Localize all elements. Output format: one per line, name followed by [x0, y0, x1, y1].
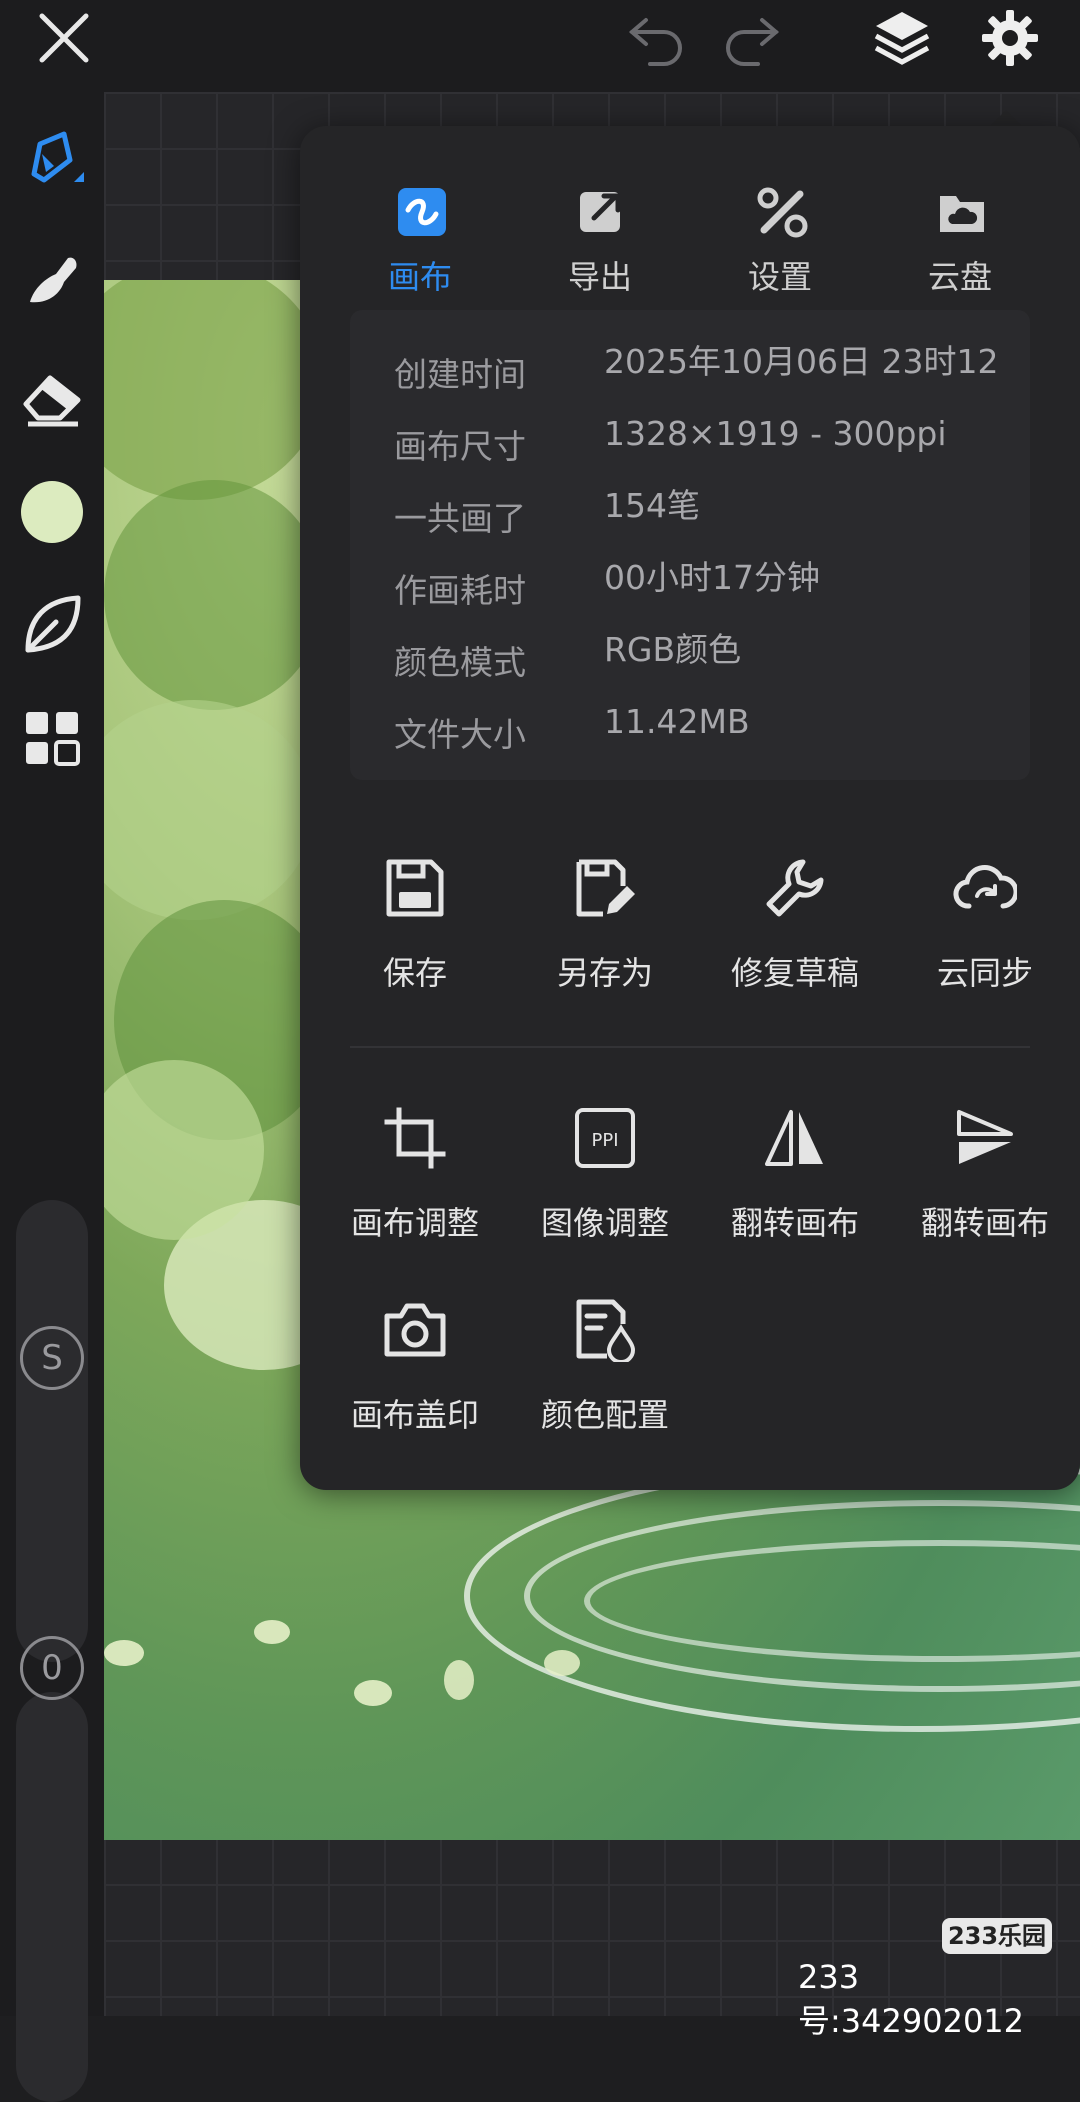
canvas-adjust-button[interactable]: 画布调整 — [320, 1106, 510, 1276]
save-as-icon — [573, 856, 637, 920]
tab-cloud-drive[interactable]: 云盘 — [880, 156, 1040, 296]
tab-export[interactable]: 导出 — [520, 156, 680, 296]
layers-icon[interactable] — [872, 8, 932, 68]
opacity-button[interactable]: 0 — [20, 1636, 84, 1700]
settings-gear-icon[interactable] — [980, 8, 1040, 68]
grid-apps-icon — [22, 708, 82, 772]
panel-tabs: 画布 导出 设置 云盘 — [300, 156, 1080, 296]
cloud-drive-icon — [936, 186, 988, 238]
crop-icon — [383, 1106, 447, 1170]
watermark-logo: 233乐园 — [942, 1918, 1052, 1954]
size-button[interactable]: S — [20, 1326, 84, 1390]
svg-text:PPI: PPI — [591, 1130, 618, 1151]
wrench-icon — [763, 856, 827, 920]
leaf-tool[interactable] — [16, 590, 88, 662]
color-profile-button[interactable]: 颜色配置 — [510, 1298, 700, 1468]
info-row-file-size: 文件大小 11.42MB — [394, 702, 750, 754]
save-button[interactable]: 保存 — [320, 856, 510, 1026]
watermark-id: 233号:342902012 — [798, 1958, 1025, 2040]
color-swatch[interactable] — [16, 476, 88, 548]
image-adjust-button[interactable]: PPI 图像调整 — [510, 1106, 700, 1276]
cloud-sync-button[interactable]: 云同步 — [890, 856, 1080, 1026]
left-toolbar: S 0 — [0, 92, 104, 2102]
cloud-sync-icon — [953, 856, 1019, 920]
camera-icon — [383, 1298, 447, 1362]
undo-icon[interactable] — [626, 12, 686, 68]
save-icon — [383, 856, 447, 920]
brush-size-slider[interactable] — [16, 1200, 88, 1662]
flip-canvas-horizontal-button[interactable]: 翻转画布 — [700, 1106, 890, 1276]
brush-opacity-slider[interactable] — [16, 1692, 88, 2102]
smudge-icon — [20, 248, 84, 316]
leaf-icon — [20, 592, 84, 660]
ppi-icon: PPI — [573, 1106, 637, 1170]
save-as-button[interactable]: 另存为 — [510, 856, 700, 1026]
canvas-stamp-button[interactable]: 画布盖印 — [320, 1298, 510, 1468]
flip-canvas-vertical-button[interactable]: 翻转画布 — [890, 1106, 1080, 1276]
canvas-icon — [396, 186, 448, 238]
eraser-icon — [20, 364, 84, 432]
close-icon[interactable] — [36, 10, 92, 66]
canvas-info-box: 创建时间 2025年10月06日 23时12分 画布尺寸 1328×1919 -… — [350, 310, 1030, 780]
canvas-menu-panel: 画布 导出 设置 云盘 创建时间 2025年10月06日 23时12分 画布 — [300, 126, 1080, 1490]
tab-settings[interactable]: 设置 — [700, 156, 860, 296]
pen-brush-icon — [20, 124, 84, 192]
panel-divider — [350, 1046, 1030, 1048]
current-color-dot — [21, 481, 83, 543]
flip-vertical-icon — [953, 1106, 1017, 1170]
flip-horizontal-icon — [763, 1106, 827, 1170]
info-row-duration: 作画耗时 00小时17分钟 — [394, 558, 820, 610]
color-profile-icon — [573, 1298, 637, 1364]
info-row-color-mode: 颜色模式 RGB颜色 — [394, 630, 742, 682]
top-bar — [0, 0, 1080, 92]
brush-tool[interactable] — [16, 122, 88, 194]
repair-draft-button[interactable]: 修复草稿 — [700, 856, 890, 1026]
info-row-strokes: 一共画了 154笔 — [394, 486, 700, 538]
info-row-created: 创建时间 2025年10月06日 23时12分 — [394, 342, 999, 394]
smudge-tool[interactable] — [16, 246, 88, 318]
export-icon — [576, 186, 628, 238]
settings-tools-icon — [756, 186, 808, 238]
gallery-tool[interactable] — [16, 704, 88, 776]
redo-icon[interactable] — [722, 12, 782, 68]
tab-canvas[interactable]: 画布 — [340, 156, 500, 296]
eraser-tool[interactable] — [16, 362, 88, 434]
info-row-size: 画布尺寸 1328×1919 - 300ppi — [394, 414, 947, 466]
